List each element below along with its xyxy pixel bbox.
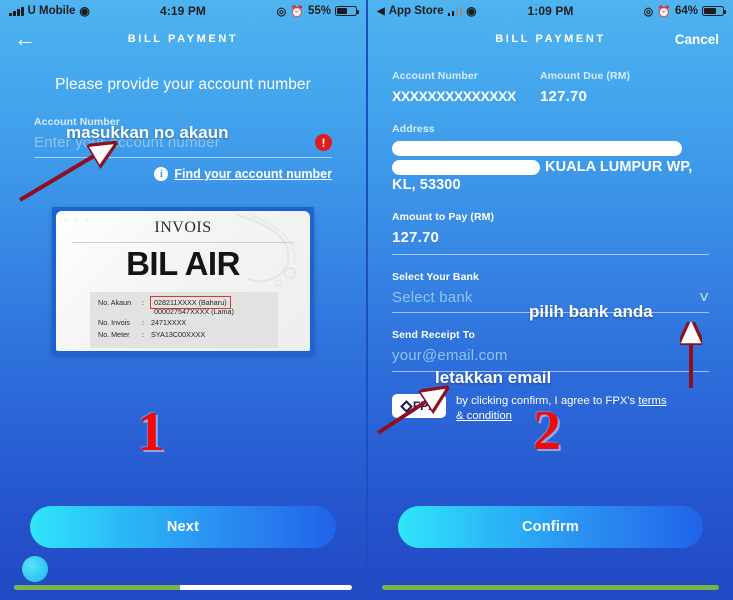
account-number-input-row[interactable]: Enter your account number ! (34, 134, 332, 151)
amount-due-value: 127.70 (540, 88, 588, 105)
select-bank-group: Select Your Bank Select bank ˅ (392, 271, 709, 313)
battery-percent: 64% (674, 5, 698, 17)
account-number-underline (34, 157, 332, 158)
account-number-value-redacted: XXXXXXXXXXXXXX (392, 88, 516, 104)
battery-icon (702, 6, 726, 16)
invoice-row-value-cell: 028211XXXX (Baharu) 000027547XXXX (Lama) (150, 295, 234, 316)
left-form-body: Please provide your account number Accou… (0, 76, 366, 355)
invoice-row-key: No. Invois (98, 318, 130, 328)
find-account-number-link[interactable]: Find your account number (174, 167, 332, 181)
invoice-row-value: 2471XXXX (151, 318, 187, 328)
send-receipt-group: Send Receipt To your@email.com (392, 329, 709, 372)
confirm-button-label: Confirm (522, 519, 579, 535)
status-right-group: ◎ ⏰ 64% (643, 5, 726, 18)
address-label: Address (392, 123, 435, 135)
amount-to-pay-label: Amount to Pay (RM) (392, 211, 495, 223)
status-right-group: ◎ ⏰ 55% (276, 5, 359, 18)
address-text-line-2: KUALA LUMPUR WP, (545, 159, 693, 175)
left-phone-screen: U Mobile ◉ 4:19 PM ◎ ⏰ 55% ← BILL PAYMEN… (0, 0, 366, 600)
right-form-body: Account Number XXXXXXXXXXXXXX Amount Due… (368, 70, 733, 425)
invoice-card: ◦ ○ ◦ INVOIS BIL AIR No. Akaun : 028211X… (56, 211, 310, 351)
invoice-account-number-highlight: 028211XXXX (Baharu) (150, 295, 231, 310)
alarm-clock-icon: ⏰ (290, 5, 304, 18)
step-number-1: 1 (137, 401, 165, 463)
send-receipt-input[interactable]: your@email.com (392, 347, 709, 364)
dual-screenshot-container: U Mobile ◉ 4:19 PM ◎ ⏰ 55% ← BILL PAYMEN… (0, 0, 733, 600)
table-row: No. Akaun : 028211XXXX (Baharu) 00002754… (98, 295, 270, 316)
summary-row: Account Number XXXXXXXXXXXXXX Amount Due… (392, 70, 709, 109)
alarm-clock-icon: ⏰ (657, 5, 671, 18)
send-receipt-label: Send Receipt To (392, 329, 475, 341)
screen-rotation-lock-icon: ◎ (276, 5, 287, 18)
invoice-row-value: SYA13C00XXXX (151, 329, 206, 339)
find-account-number-row[interactable]: i Find your account number (34, 167, 332, 181)
fpx-logo-text: FPX (412, 399, 437, 413)
address-mask-line-1 (392, 141, 682, 156)
table-row: No. Meter : SYA13C00XXXX (98, 329, 270, 341)
page-title: BILL PAYMENT (127, 33, 239, 45)
amount-to-pay-group: Amount to Pay (RM) 127.70 (392, 211, 709, 255)
next-button-label: Next (166, 519, 200, 535)
left-status-bar: U Mobile ◉ 4:19 PM ◎ ⏰ 55% (0, 0, 366, 22)
invoice-bubbles-decoration: ◦ ○ ◦ (64, 215, 91, 225)
info-circle-icon: i (154, 167, 169, 181)
progress-fill (14, 585, 180, 590)
amount-due-summary: Amount Due (RM) 127.70 (540, 70, 630, 109)
account-number-label: Account Number (392, 70, 478, 82)
address-text-line-3: KL, 53300 (392, 177, 461, 193)
right-status-bar: ◀ App Store ◉ 1:09 PM ◎ ⏰ 64% (368, 0, 733, 22)
amount-due-label: Amount Due (RM) (540, 70, 631, 82)
decorative-circle (22, 556, 48, 582)
amount-to-pay-input[interactable]: 127.70 (392, 229, 709, 246)
progress-fill (382, 585, 719, 590)
account-number-summary: Account Number XXXXXXXXXXXXXX (392, 70, 540, 109)
invoice-details-table: No. Akaun : 028211XXXX (Baharu) 00002754… (90, 291, 278, 348)
right-nav-bar: BILL PAYMENT Cancel (368, 22, 733, 56)
next-button[interactable]: Next (30, 506, 336, 548)
left-progress-bar (14, 585, 352, 590)
address-group: Address KUALA LUMPUR WP, KL, 53300 (392, 123, 709, 193)
screen-rotation-lock-icon: ◎ (643, 5, 654, 18)
right-progress-bar (382, 585, 719, 590)
account-number-label: Account Number (34, 116, 120, 128)
send-receipt-underline (392, 371, 709, 372)
invoice-row-separator: : (142, 318, 144, 328)
invoice-row-key: No. Meter (98, 329, 130, 339)
select-bank-value[interactable]: Select bank (392, 289, 473, 306)
select-bank-label: Select Your Bank (392, 271, 479, 283)
invoice-row-separator: : (142, 329, 144, 339)
amount-to-pay-underline (392, 254, 709, 255)
invoice-row-separator: : (142, 297, 144, 307)
left-nav-bar: ← BILL PAYMENT (0, 22, 366, 56)
invoice-row-key: No. Akaun (98, 297, 132, 307)
right-phone-screen: ◀ App Store ◉ 1:09 PM ◎ ⏰ 64% BILL PAYME… (366, 0, 733, 600)
terms-text: by clicking confirm, I agree to FPX's te… (456, 394, 671, 425)
invoice-sample-image: ◦ ○ ◦ INVOIS BIL AIR No. Akaun : 028211X… (52, 207, 314, 355)
step-number-2: 2 (533, 400, 561, 462)
cancel-button[interactable]: Cancel (675, 32, 719, 47)
fpx-diamond-icon (399, 399, 413, 413)
select-bank-dropdown[interactable]: Select bank ˅ (392, 289, 709, 306)
battery-percent: 55% (307, 5, 331, 17)
account-number-input[interactable]: Enter your account number (34, 134, 220, 151)
battery-icon (335, 6, 359, 16)
chevron-down-icon[interactable]: ˅ (699, 289, 709, 306)
address-mask-line-2 (392, 159, 540, 175)
account-number-field-group: Account Number Enter your account number… (34, 116, 332, 158)
confirm-button[interactable]: Confirm (398, 506, 703, 548)
error-exclamation-icon: ! (315, 134, 332, 151)
table-row: No. Invois : 2471XXXX (98, 317, 270, 329)
fpx-logo: FPX (392, 394, 446, 418)
headline-text: Please provide your account number (55, 76, 311, 93)
address-line-2: KUALA LUMPUR WP, (392, 159, 709, 175)
select-bank-underline (392, 312, 709, 313)
invoice-water-swirl-icon (235, 213, 296, 287)
